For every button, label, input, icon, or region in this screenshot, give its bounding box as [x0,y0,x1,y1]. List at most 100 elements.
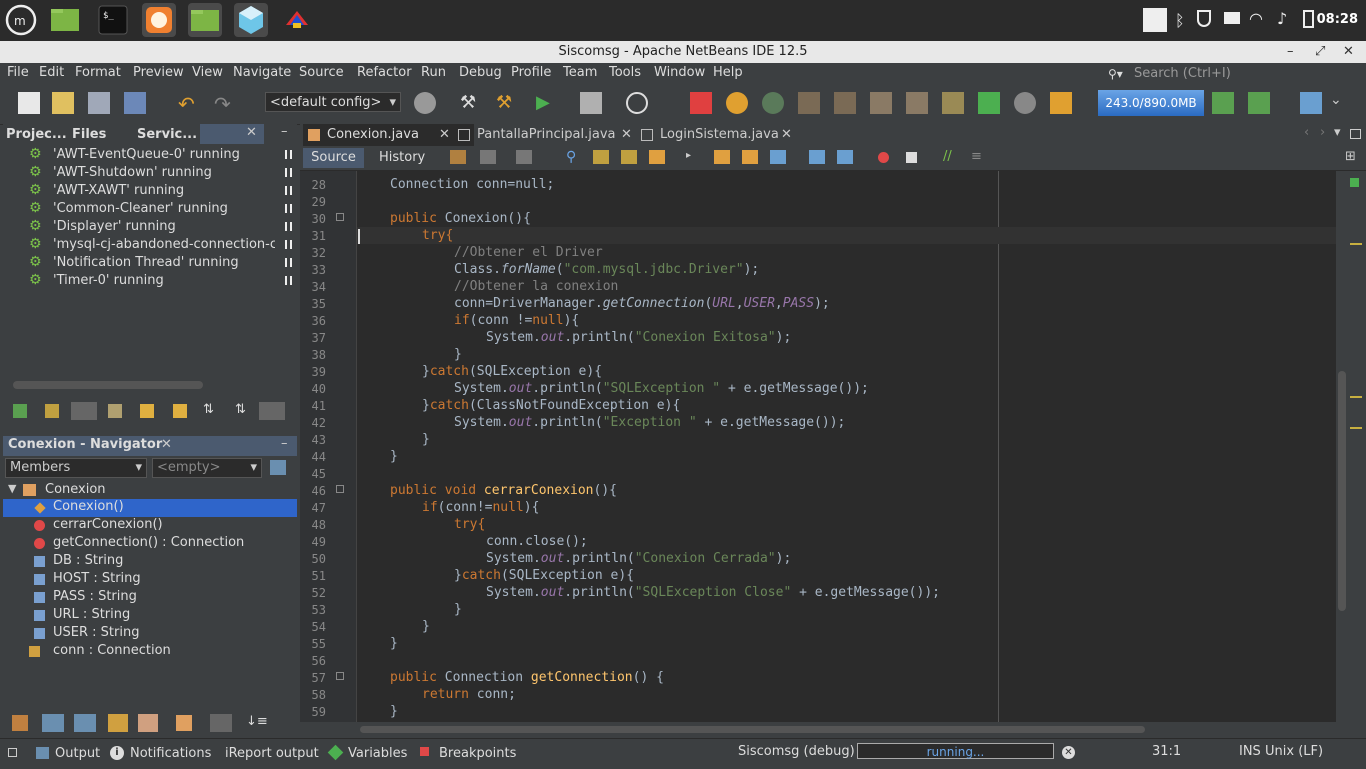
code-editor[interactable]: 28 29 30 31 32 33 34 35 36 37 38 39 40 41 42 43 44 45 46 47… [300,171,1336,722]
menu-view[interactable]: View [192,65,223,80]
lock-icon[interactable] [108,714,128,732]
menu-debug[interactable]: Debug [459,65,502,80]
save-all-icon[interactable] [124,92,146,114]
gc-2-icon[interactable] [1248,92,1270,114]
member-item[interactable]: Conexion() [3,499,297,517]
config-select[interactable]: <default config> ▾ [265,92,401,112]
notifications-tab[interactable]: Notifications [130,746,211,761]
thread-row[interactable]: ⚙ 'Displayer' running [3,218,297,236]
start-macro-icon[interactable] [878,152,889,163]
forward-icon[interactable] [516,150,532,164]
apply-changes-icon[interactable] [978,92,1000,114]
split-editor-icon[interactable]: ⊞ [1345,149,1356,164]
fold-icon[interactable] [336,213,344,221]
menu-refactor[interactable]: Refactor [357,65,412,80]
variables-tab[interactable]: Variables [348,746,407,761]
finish-debug-icon[interactable] [690,92,712,114]
settings-icon[interactable] [108,404,122,418]
redo-icon[interactable]: ↷ [214,92,236,116]
files-icon[interactable] [48,3,82,37]
lightbulb-icon[interactable] [1143,8,1167,32]
member-item[interactable]: PASS : String [3,589,297,607]
tab-services[interactable]: Servic... [137,125,197,144]
menu-window[interactable]: Window [654,65,705,80]
scroll-thumb[interactable] [1338,371,1346,611]
tab-login-sistema[interactable]: LoginSistema.java ✕ [636,124,818,146]
close-icon[interactable]: ✕ [1343,41,1354,63]
build-hammer-icon[interactable]: ⚒ [460,92,482,114]
fold-icon[interactable] [336,672,344,680]
menu-preview[interactable]: Preview [133,65,184,80]
threads-icon[interactable] [13,404,27,418]
pause-icon[interactable] [285,276,292,285]
tab-files[interactable]: Files [72,125,106,144]
colorful-app-icon[interactable] [280,3,314,37]
pause-icon[interactable] [285,204,292,213]
debug-project-icon[interactable] [580,92,602,114]
minimize-icon[interactable]: – [281,436,288,451]
toggle-highlight-icon[interactable] [649,150,665,164]
inherited-icon[interactable] [12,715,28,731]
filter-icon[interactable] [71,402,97,420]
sort-source-icon[interactable]: ↓≡ [246,714,268,729]
uncomment-icon[interactable]: ≡ [971,149,982,164]
sort-az-icon[interactable] [210,714,232,732]
tab-projects[interactable]: Projec... [6,125,67,144]
menu-format[interactable]: Format [75,65,121,80]
run-icon[interactable]: ▶ [536,92,558,114]
member-item[interactable]: USER : String [3,625,297,643]
close-icon[interactable]: ✕ [161,437,172,452]
close-icon[interactable]: ✕ [781,124,792,145]
step-out-icon[interactable] [906,92,928,114]
wifi-icon[interactable]: ◠ [1249,9,1263,28]
fqn-icon[interactable] [176,715,192,731]
history-tab[interactable]: History [379,150,425,165]
error-stripe-mark[interactable] [1350,396,1362,398]
minimize-icon[interactable]: – [281,124,288,139]
pause-icon[interactable] [285,258,292,267]
undo-icon[interactable]: ↶ [178,92,200,116]
snapshot-icon[interactable] [1050,92,1072,114]
menu-run[interactable]: Run [421,65,446,80]
member-item[interactable]: getConnection() : Connection [3,535,297,553]
search-input[interactable]: Search (Ctrl+I) [1134,66,1231,81]
pause-icon[interactable] [726,92,748,114]
clock[interactable]: 08:28 [1317,12,1358,27]
sort-down-icon[interactable] [259,402,285,420]
menu-tools[interactable]: Tools [609,65,641,80]
error-stripe-mark[interactable] [1350,243,1362,245]
package-icon[interactable] [173,404,187,418]
filter-select[interactable]: <empty> ▾ [152,458,262,478]
expand-icon[interactable]: ▼ [8,482,16,495]
run-to-cursor-icon[interactable] [942,92,964,114]
progress-bar[interactable]: running... [857,743,1054,759]
step-over-icon[interactable] [798,92,820,114]
battery-icon[interactable] [1303,10,1314,28]
class-node[interactable]: ▼ Conexion [3,481,297,499]
chevron-down-icon[interactable]: ⌄ [1330,92,1352,114]
close-icon[interactable]: ✕ [439,124,450,145]
last-edit-icon[interactable] [450,150,466,164]
horizontal-scrollbar[interactable] [300,722,1366,736]
navigator-options-icon[interactable] [270,460,286,475]
menu-navigate[interactable]: Navigate [233,65,291,80]
menu-team[interactable]: Team [563,65,597,80]
error-stripe-mark[interactable] [1350,427,1362,429]
continue-icon[interactable] [762,92,784,114]
member-item[interactable]: HOST : String [3,571,297,589]
members-select[interactable]: Members ▾ [5,458,147,478]
back-icon[interactable] [480,150,496,164]
maximize-icon[interactable]: ⤢ [1315,41,1325,63]
source-tab[interactable]: Source [303,148,364,168]
tab-pantalla-principal[interactable]: PantallaPrincipal.java ✕ [453,124,657,146]
selection-icon[interactable]: ▸ [686,150,691,161]
close-icon[interactable]: ✕ [621,124,632,145]
pause-icon[interactable] [285,222,292,231]
globe-icon[interactable] [414,92,436,114]
pause-icon[interactable] [285,150,292,159]
member-item[interactable]: URL : String [3,607,297,625]
scroll-tabs-left-icon[interactable]: ‹ [1304,125,1309,140]
gear-icon[interactable] [45,404,59,418]
find-icon[interactable]: ⚲ [566,149,576,165]
tab-conexion[interactable]: Conexion.java ✕ [303,124,474,146]
